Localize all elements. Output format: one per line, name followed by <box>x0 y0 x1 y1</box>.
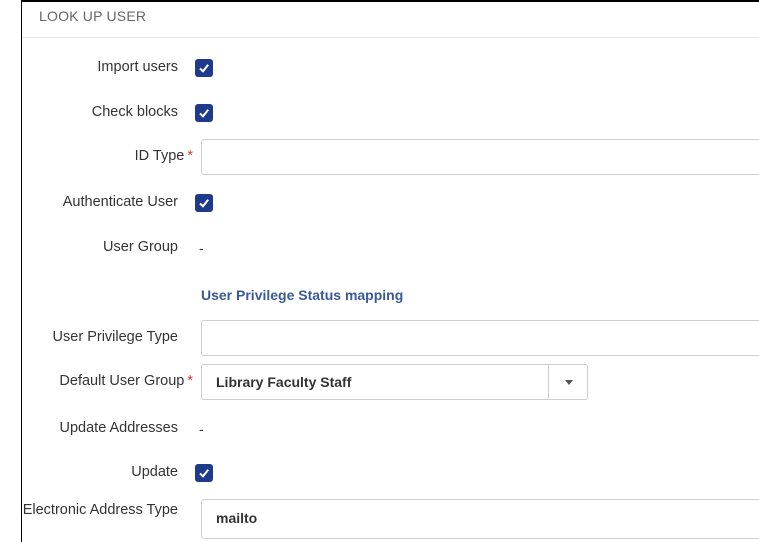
row-user-privilege-type: User Privilege Type <box>0 320 759 356</box>
user-privilege-type-input[interactable] <box>201 320 759 356</box>
privilege-mapping-heading[interactable]: User Privilege Status mapping <box>201 287 403 303</box>
select-divider <box>548 365 549 399</box>
row-update-addresses: Update Addresses - <box>0 419 759 441</box>
default-user-group-value: Library Faculty Staff <box>216 374 352 390</box>
check-icon <box>199 199 209 208</box>
row-import-users: Import users <box>0 58 759 80</box>
id-type-label: ID Type * <box>134 148 193 164</box>
row-default-user-group: Default User Group * Library Faculty Staf… <box>0 364 759 400</box>
chevron-down-icon[interactable] <box>565 380 573 385</box>
check-icon <box>199 109 209 118</box>
row-id-type: ID Type * <box>0 139 759 175</box>
import-users-checkbox[interactable] <box>195 59 213 77</box>
update-addresses-value: - <box>199 421 204 437</box>
required-mark: * <box>187 373 193 389</box>
update-label: Update <box>131 464 178 480</box>
user-group-value: - <box>199 240 204 256</box>
id-type-input[interactable] <box>201 139 759 175</box>
user-group-label: User Group <box>103 239 178 255</box>
update-addresses-label: Update Addresses <box>59 420 179 436</box>
row-authenticate-user: Authenticate User <box>0 193 759 215</box>
authenticate-user-checkbox[interactable] <box>195 194 213 212</box>
import-users-label: Import users <box>97 59 178 75</box>
panel-frame <box>21 0 759 542</box>
check-icon <box>199 64 209 73</box>
check-icon <box>199 469 209 478</box>
default-user-group-select[interactable]: Library Faculty Staff <box>201 364 588 400</box>
default-user-group-label: Default User Group * <box>59 373 193 389</box>
section-title: LOOK UP USER <box>39 8 147 24</box>
electronic-address-type-label: Electronic Address Type <box>22 502 178 518</box>
check-blocks-checkbox[interactable] <box>195 104 213 122</box>
row-privilege-mapping: User Privilege Status mapping <box>0 285 759 307</box>
row-update: Update <box>0 463 759 485</box>
user-privilege-type-label: User Privilege Type <box>52 329 178 345</box>
section-divider <box>22 37 759 38</box>
row-check-blocks: Check blocks <box>0 103 759 125</box>
row-user-group: User Group - <box>0 238 759 260</box>
electronic-address-type-input[interactable]: mailto <box>201 499 759 539</box>
electronic-address-type-value: mailto <box>216 510 258 526</box>
row-electronic-address-type: Electronic Address Type mailto <box>0 499 759 539</box>
check-blocks-label: Check blocks <box>91 104 178 120</box>
authenticate-user-label: Authenticate User <box>62 194 178 210</box>
required-mark: * <box>187 148 193 164</box>
update-checkbox[interactable] <box>195 464 213 482</box>
